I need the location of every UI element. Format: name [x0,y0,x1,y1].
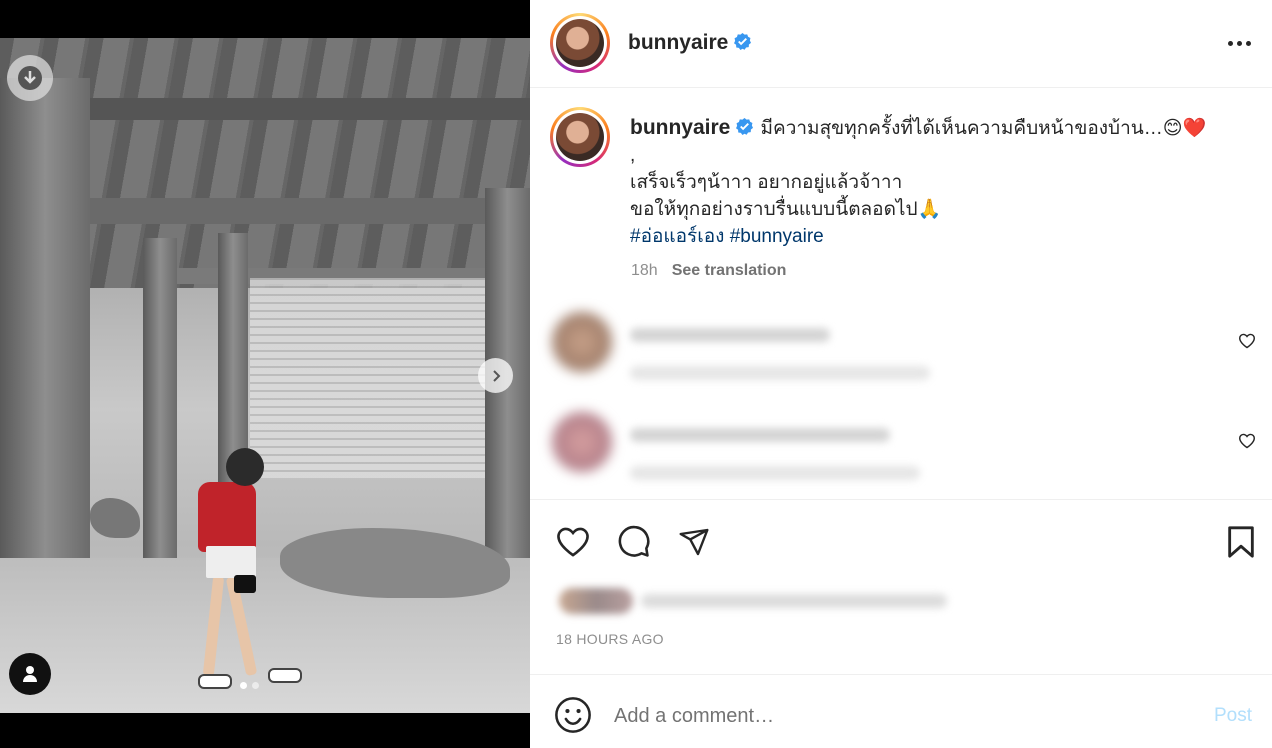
comment-item-blurred [530,400,1272,500]
chevron-right-icon [492,369,500,382]
user-tag-icon [23,666,37,682]
comment-avatar [552,312,612,372]
hashtag-link[interactable]: #bunnyaire [730,226,824,247]
media-pane [0,0,530,748]
comment-text-blurred [630,428,890,442]
bookmark-icon [1228,526,1254,558]
hashtag-link[interactable]: #อ่อแอร์เอง [630,226,724,247]
carousel-dot-active [240,682,247,689]
download-icon [18,66,42,90]
person-shoe [268,668,302,683]
caption-line-1: มีความสุขทุกครั้งที่ได้เห็นความคืบหน้าขอ… [760,118,1207,139]
caption-line-3: เสร็จเร็วๆน้าาา อยากอยู่แล้วจ้าาา [630,172,903,193]
photo-column [143,238,177,568]
person-shoe [198,674,232,689]
comment-heart-icon[interactable] [1238,333,1256,349]
comment-button[interactable] [614,522,654,562]
verified-icon [736,118,754,135]
comment-meta-blurred [630,366,930,380]
caption-username[interactable]: bunnyaire [630,116,754,139]
caption-meta: 18h See translation [631,262,786,280]
see-translation-link[interactable]: See translation [672,262,787,279]
author-username-text[interactable]: bunnyaire [628,31,728,54]
like-button[interactable] [553,522,593,562]
post-actions [530,499,1272,579]
post-timestamp: 18 HOURS AGO [556,631,664,647]
carousel-dots [240,682,259,689]
liked-by-blurred [555,588,955,614]
person-bag [234,575,256,593]
caption-line-4: ขอให้ทุกอย่างราบรื่นแบบนี้ตลอดไป🙏 [630,199,942,220]
person-head [226,448,264,486]
heart-icon [557,527,589,557]
download-button[interactable] [7,55,53,101]
person-sweater [198,482,256,552]
author-username[interactable]: bunnyaire [628,31,752,55]
share-button[interactable] [674,522,714,562]
photo-rubble [90,498,140,538]
photo-column [485,188,530,608]
carousel-next-button[interactable] [478,358,513,393]
post-caption: bunnyaire มีความสุขทุกครั้งที่ได้เห็นควา… [630,114,1250,250]
comment-meta-blurred [630,466,920,480]
post-age: 18h [631,262,658,279]
caption-avatar[interactable] [550,107,610,167]
photo-rubble [280,528,510,598]
post-photo[interactable] [0,38,530,713]
add-comment-bar: Post [530,674,1272,748]
tagged-users-button[interactable] [9,653,51,695]
comment-text-blurred [630,328,830,342]
caption-line-2: , [630,145,636,166]
author-avatar[interactable] [550,13,610,73]
comment-heart-icon[interactable] [1238,433,1256,449]
person-skirt [206,546,256,578]
save-button[interactable] [1221,522,1261,562]
emoji-icon[interactable] [554,696,592,734]
comment-icon [618,525,650,557]
photo-beam [80,198,520,224]
carousel-dot [252,682,259,689]
post-comment-button[interactable]: Post [1214,705,1252,727]
more-icon [1227,40,1233,46]
more-options-button[interactable] [1224,32,1254,54]
post-header: bunnyaire [530,0,1272,88]
comment-avatar [552,412,612,472]
comment-input[interactable] [614,702,1134,730]
verified-icon [734,33,752,50]
share-icon [679,528,709,556]
comment-item-blurred [530,300,1272,400]
post-panel: bunnyaire bunnyaire มีความสุขทุกครั้งที่… [530,0,1272,748]
